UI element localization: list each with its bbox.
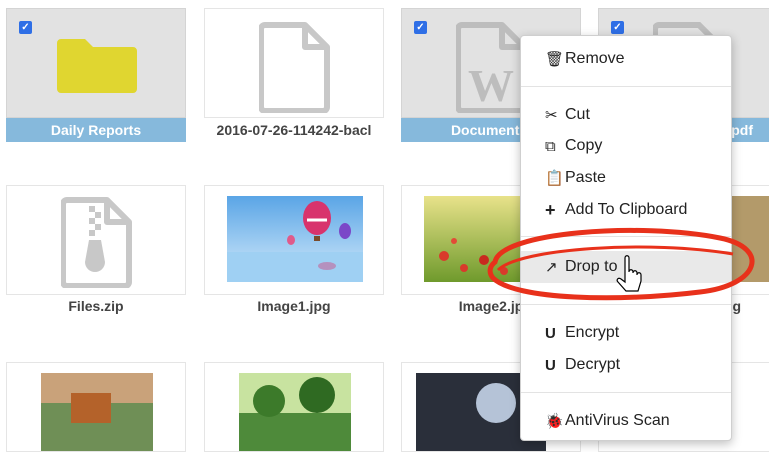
- file-icon: [259, 22, 330, 113]
- menu-item-label: AntiVirus Scan: [565, 412, 670, 429]
- plus-icon: +: [545, 199, 556, 220]
- selected-checkbox[interactable]: ✓: [611, 21, 624, 34]
- file-name: Image1.jpg: [257, 298, 331, 314]
- share-icon: ↗: [545, 259, 558, 276]
- folder-icon: [57, 39, 137, 93]
- word-document-icon: W: [456, 22, 527, 113]
- image-thumbnail-balloons: [227, 196, 363, 282]
- menu-item-paste[interactable]: 📋 Paste: [521, 163, 731, 193]
- menu-divider: [521, 236, 731, 237]
- menu-item-remove[interactable]: 🗑 Remove: [521, 44, 731, 74]
- file-tile-image5[interactable]: [204, 362, 384, 452]
- file-tile-daily-reports[interactable]: ✓: [6, 8, 186, 118]
- file-name: Files.zip: [68, 298, 124, 314]
- menu-item-drop-to[interactable]: ↗ Drop to: [521, 251, 731, 283]
- menu-item-label: Paste: [565, 169, 606, 186]
- zip-file-icon: [61, 197, 132, 288]
- image-thumbnail-palms: [239, 373, 351, 451]
- trash-icon: 🗑: [545, 51, 565, 68]
- image-thumbnail-patio: [41, 373, 153, 451]
- menu-divider: [521, 392, 731, 393]
- menu-item-copy[interactable]: ⧉ Copy: [521, 131, 731, 161]
- menu-item-label: Encrypt: [565, 324, 620, 341]
- selected-checkbox[interactable]: ✓: [414, 21, 427, 34]
- file-tile-backup[interactable]: [204, 8, 384, 118]
- scissors-icon: ✂: [545, 107, 558, 124]
- file-name: 2016-07-26-114242-bacl: [216, 122, 372, 138]
- magnet-icon: U: [545, 324, 556, 342]
- menu-item-label: Drop to: [565, 258, 618, 275]
- menu-item-add-to-clipboard[interactable]: + Add To Clipboard: [521, 195, 731, 225]
- menu-item-label: Remove: [565, 50, 625, 67]
- menu-item-label: Copy: [565, 137, 603, 154]
- copy-icon: ⧉: [545, 137, 556, 155]
- file-name: Daily Reports: [6, 118, 186, 142]
- file-tile-files-zip[interactable]: [6, 185, 186, 295]
- menu-item-encrypt[interactable]: U Encrypt: [521, 318, 731, 348]
- menu-divider: [521, 304, 731, 305]
- menu-item-label: Decrypt: [565, 356, 621, 373]
- context-menu: 🗑 Remove ✂ Cut ⧉ Copy 📋 Paste + Add To Clipbo…: [520, 35, 732, 441]
- menu-item-cut[interactable]: ✂ Cut: [521, 100, 731, 130]
- menu-item-label: Cut: [565, 106, 590, 123]
- selected-checkbox[interactable]: ✓: [19, 21, 32, 34]
- menu-item-antivirus-scan[interactable]: 🐞 AntiVirus Scan: [521, 406, 731, 436]
- menu-divider: [521, 86, 731, 87]
- file-tile-image1[interactable]: [204, 185, 384, 295]
- bug-icon: 🐞: [545, 413, 564, 430]
- file-tile-image4[interactable]: [6, 362, 186, 452]
- menu-item-label: Add To Clipboard: [565, 201, 688, 218]
- magnet-icon: U: [545, 356, 556, 374]
- svg-text:W: W: [468, 60, 514, 111]
- paste-icon: 📋: [545, 170, 564, 187]
- menu-item-decrypt[interactable]: U Decrypt: [521, 350, 731, 380]
